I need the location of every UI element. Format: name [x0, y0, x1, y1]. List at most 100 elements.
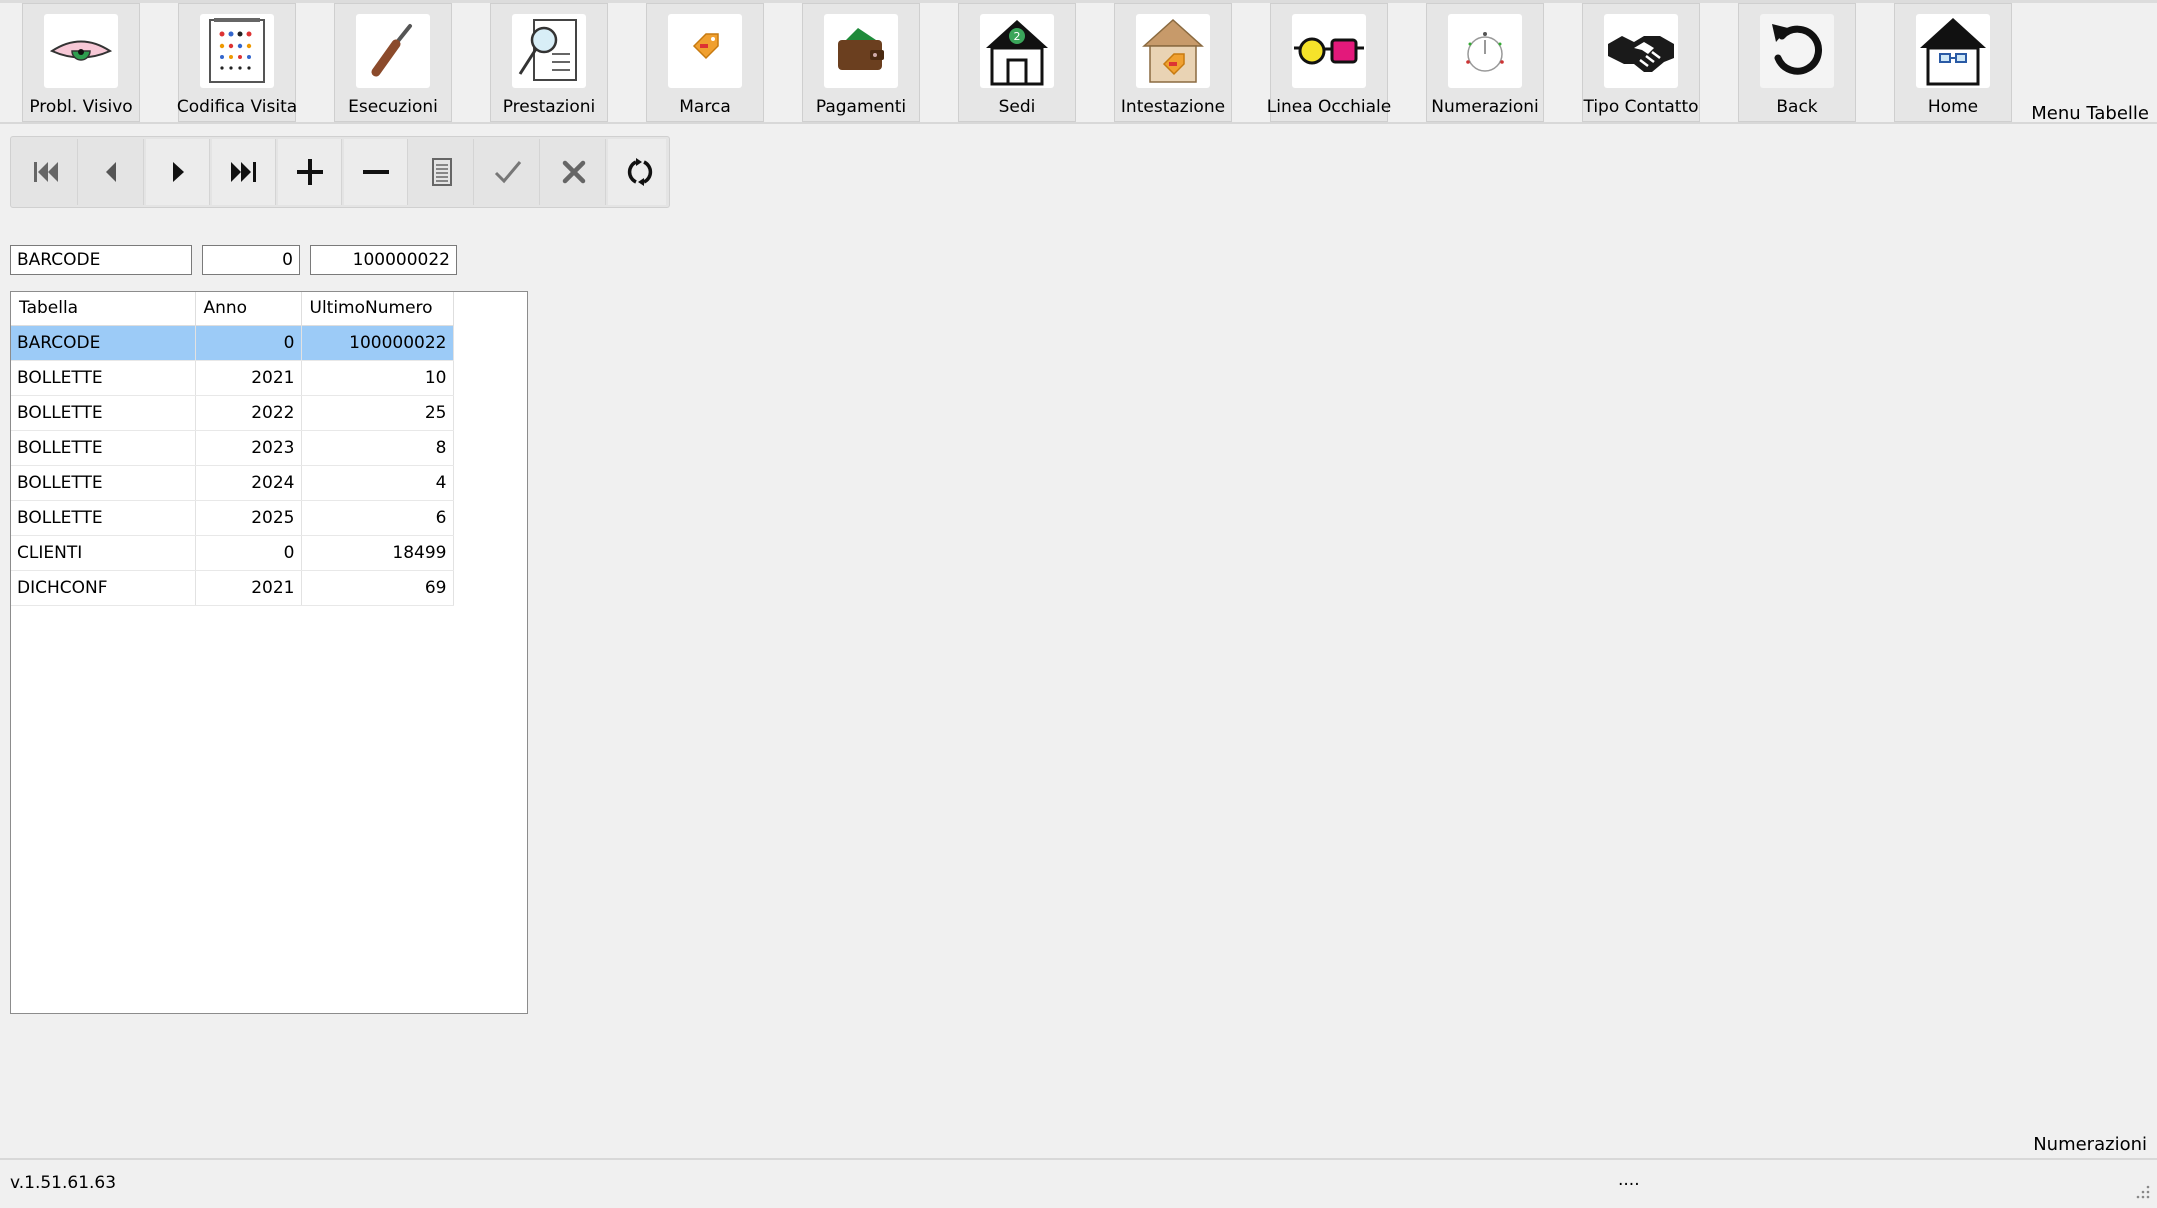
resize-grip-icon[interactable] — [2133, 1182, 2151, 1200]
main-toolbar: Probl. Visivo Codifica Visita Esecuzioni — [0, 3, 2157, 124]
eye-chart-icon — [200, 14, 274, 88]
cell-anno[interactable]: 0 — [195, 325, 302, 361]
table-row[interactable]: BARCODE 0 100000022 — [11, 325, 454, 361]
screwdriver-icon — [356, 14, 430, 88]
post-icon — [494, 161, 522, 184]
post-record-button[interactable] — [476, 139, 540, 205]
handshake-icon — [1604, 14, 1678, 88]
toolbar-button-probl-visivo[interactable]: Probl. Visivo — [22, 3, 140, 122]
toolbar-button-sedi[interactable]: 2 Sedi — [958, 3, 1076, 122]
anno-field[interactable] — [202, 245, 300, 275]
wallet-icon — [824, 14, 898, 88]
toolbar-button-codifica-visita[interactable]: Codifica Visita — [177, 3, 297, 122]
cell-ultimo-numero[interactable]: 18499 — [301, 535, 454, 571]
cell-ultimo-numero[interactable]: 6 — [301, 500, 454, 536]
cell-anno[interactable]: 2025 — [195, 500, 302, 536]
prior-record-icon — [106, 162, 116, 182]
edit-icon — [432, 158, 452, 186]
table-row[interactable]: CLIENTI 0 18499 — [11, 535, 454, 571]
house-number-icon: 2 — [980, 14, 1054, 88]
delete-record-button[interactable] — [344, 139, 408, 205]
cell-anno[interactable]: 2023 — [195, 430, 302, 466]
column-header-ultimo-numero[interactable]: UltimoNumero — [301, 292, 454, 326]
column-header-anno[interactable]: Anno — [195, 292, 302, 326]
cell-tabella[interactable]: BOLLETTE — [11, 430, 196, 466]
toolbar-button-marca[interactable]: Marca — [646, 3, 764, 122]
cell-ultimo-numero[interactable]: 69 — [301, 570, 454, 606]
next-record-button[interactable] — [146, 139, 210, 205]
last-record-icon — [231, 162, 256, 182]
next-record-icon — [173, 162, 184, 182]
cell-anno[interactable]: 2021 — [195, 360, 302, 396]
toolbar-label: Probl. Visivo — [29, 97, 133, 117]
cancel-icon — [562, 160, 586, 184]
table-row[interactable]: BOLLETTE 2025 6 — [11, 500, 454, 536]
first-record-button[interactable] — [14, 139, 78, 205]
insert-record-button[interactable] — [278, 139, 342, 205]
back-arrow-icon — [1760, 14, 1834, 88]
insert-icon — [297, 159, 323, 185]
house-tag-icon — [1136, 14, 1210, 88]
cell-tabella[interactable]: BOLLETTE — [11, 500, 196, 536]
toolbar-label: Numerazioni — [1431, 97, 1539, 117]
table-row[interactable]: BOLLETTE 2021 10 — [11, 360, 454, 396]
cell-tabella[interactable]: DICHCONF — [11, 570, 196, 606]
toolbar-button-intestazione[interactable]: Intestazione — [1114, 3, 1232, 122]
cell-anno[interactable]: 2021 — [195, 570, 302, 606]
toolbar-button-prestazioni[interactable]: Prestazioni — [490, 3, 608, 122]
toolbar-button-home[interactable]: Home — [1894, 3, 2012, 122]
grid-header-row: Tabella Anno UltimoNumero — [11, 292, 454, 326]
cell-tabella[interactable]: BOLLETTE — [11, 360, 196, 396]
toolbar-label: Tipo Contatto — [1583, 97, 1699, 117]
refresh-button[interactable] — [608, 139, 666, 205]
toolbar-button-linea-occhiale[interactable]: Linea Occhiale — [1267, 3, 1391, 122]
status-text: .... — [1618, 1170, 1640, 1190]
cell-ultimo-numero[interactable]: 100000022 — [301, 325, 454, 361]
dial-icon — [1448, 14, 1522, 88]
cell-ultimo-numero[interactable]: 25 — [301, 395, 454, 431]
toolbar-label: Pagamenti — [815, 97, 907, 117]
cell-tabella[interactable]: CLIENTI — [11, 535, 196, 571]
cell-ultimo-numero[interactable]: 4 — [301, 465, 454, 501]
tabella-field[interactable] — [10, 245, 192, 275]
ultimo-numero-field[interactable] — [310, 245, 457, 275]
edit-record-button[interactable] — [410, 139, 474, 205]
toolbar-label: Prestazioni — [502, 97, 596, 117]
form-title: Numerazioni — [2033, 1134, 2147, 1155]
toolbar-label: Linea Occhiale — [1266, 97, 1392, 117]
svg-text:2: 2 — [1014, 30, 1021, 43]
cell-anno[interactable]: 0 — [195, 535, 302, 571]
toolbar-label: Back — [1776, 97, 1818, 117]
cell-tabella[interactable]: BOLLETTE — [11, 395, 196, 431]
last-record-button[interactable] — [212, 139, 276, 205]
cell-anno[interactable]: 2022 — [195, 395, 302, 431]
column-header-tabella[interactable]: Tabella — [11, 292, 196, 326]
toolbar-button-numerazioni[interactable]: Numerazioni — [1426, 3, 1544, 122]
eye-icon — [44, 14, 118, 88]
toolbar-button-tipo-contatto[interactable]: Tipo Contatto — [1582, 3, 1700, 122]
table-row[interactable]: DICHCONF 2021 69 — [11, 570, 454, 606]
table-row[interactable]: BOLLETTE 2023 8 — [11, 430, 454, 466]
cell-ultimo-numero[interactable]: 10 — [301, 360, 454, 396]
cell-anno[interactable]: 2024 — [195, 465, 302, 501]
cell-ultimo-numero[interactable]: 8 — [301, 430, 454, 466]
toolbar-label: Esecuzioni — [348, 97, 438, 117]
prior-record-button[interactable] — [80, 139, 144, 205]
table-row[interactable]: BOLLETTE 2022 25 — [11, 395, 454, 431]
toolbar-divider — [0, 122, 2157, 124]
cell-tabella[interactable]: BARCODE — [11, 325, 196, 361]
toolbar-label: Codifica Visita — [176, 97, 298, 117]
numerazioni-grid[interactable]: Tabella Anno UltimoNumero BARCODE 0 1000… — [10, 291, 528, 1014]
delete-icon — [363, 170, 389, 174]
record-navigator — [10, 136, 670, 208]
cancel-record-button[interactable] — [542, 139, 606, 205]
toolbar-button-esecuzioni[interactable]: Esecuzioni — [334, 3, 452, 122]
toolbar-button-back[interactable]: Back — [1738, 3, 1856, 122]
first-record-icon — [34, 162, 58, 182]
table-row[interactable]: BOLLETTE 2024 4 — [11, 465, 454, 501]
version-label: v.1.51.61.63 — [10, 1173, 117, 1193]
cell-tabella[interactable]: BOLLETTE — [11, 465, 196, 501]
toolbar-button-pagamenti[interactable]: Pagamenti — [802, 3, 920, 122]
toolbar-label: Marca — [679, 97, 731, 117]
toolbar-label: Home — [1927, 97, 1979, 117]
